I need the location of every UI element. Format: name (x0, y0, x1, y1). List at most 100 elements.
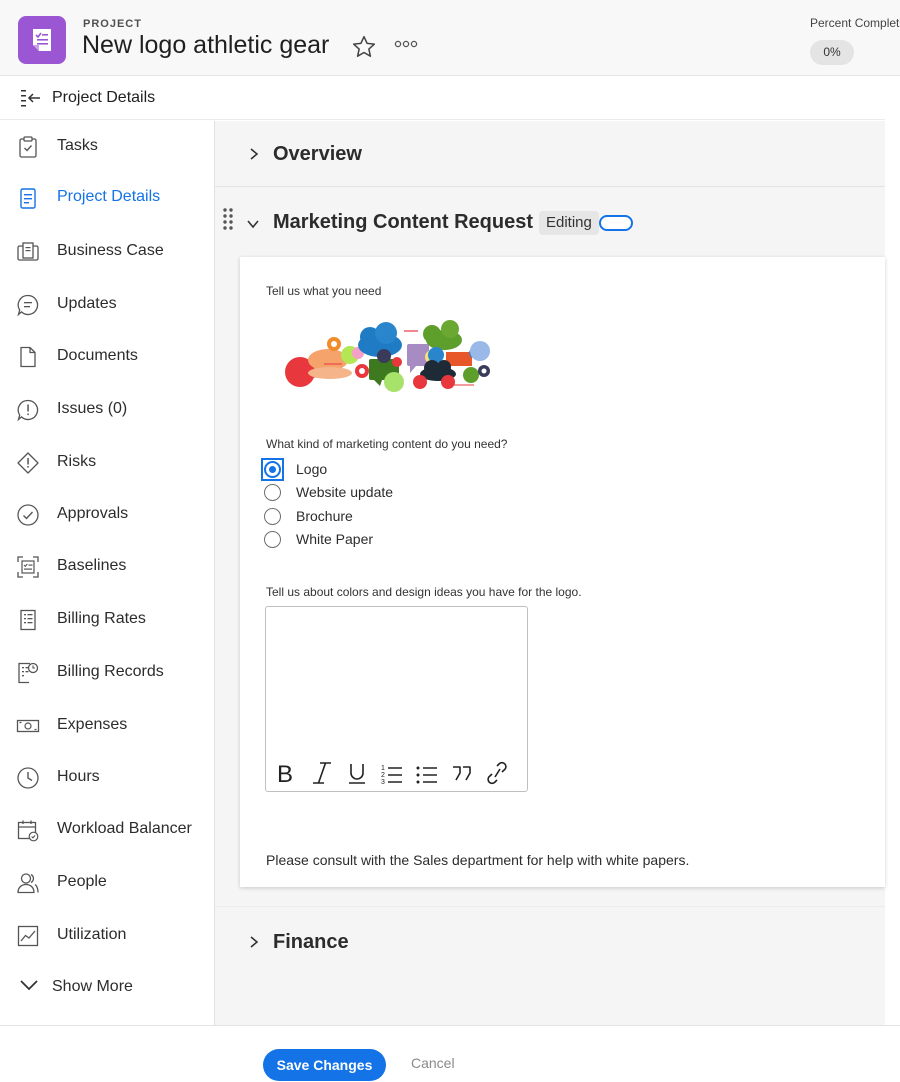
sidebar-item-label: Business Case (57, 242, 164, 259)
underline-icon[interactable] (345, 758, 371, 788)
form-card: Tell us what you need What kind of marke… (240, 257, 885, 887)
sidebar-item-label: Baselines (57, 557, 127, 574)
main-content: Overview Marketing Content Request Editi… (215, 121, 885, 1025)
clock-icon (16, 766, 40, 790)
project-icon (18, 16, 66, 64)
sidebar-item-label: Approvals (57, 505, 129, 522)
bold-icon[interactable]: B (275, 758, 301, 788)
billing-rates-icon (16, 608, 40, 632)
sidebar-item-label: Hours (57, 768, 100, 785)
sidebar-item-label: Billing Records (57, 663, 164, 680)
chevron-down-icon (18, 974, 42, 998)
sidebar-item-business-case[interactable]: Business Case (2, 232, 215, 272)
form-footer: Save Changes Cancel (0, 1025, 900, 1082)
sidebar-item-label: Tasks (57, 137, 98, 154)
checkmark-circle-icon (16, 503, 40, 527)
sidebar-item-label: Project Details (57, 188, 161, 205)
sidebar-item-tasks[interactable]: Tasks (2, 127, 215, 167)
sidebar-item-label: Workload Balancer (57, 820, 192, 837)
percent-complete-label: Percent Complete (810, 16, 900, 30)
sidebar-item-utilization[interactable]: Utilization (2, 916, 215, 956)
sidebar-item-workload-balancer[interactable]: Workload Balancer (2, 810, 215, 850)
quote-icon[interactable] (450, 758, 476, 788)
question-label: Tell us about colors and design ideas yo… (266, 585, 582, 599)
favorite-star-icon[interactable] (351, 34, 377, 65)
section-title-overview: Overview (273, 143, 362, 165)
percent-complete-badge: 0% (810, 40, 854, 65)
sidebar-item-expenses[interactable]: Expenses (2, 706, 215, 746)
calendar-icon (16, 818, 40, 842)
project-title: New logo athletic gear (82, 31, 330, 59)
project-type-label: PROJECT (83, 18, 142, 30)
editing-badge: Editing (539, 211, 599, 235)
radio-button[interactable] (264, 484, 281, 501)
sidebar-item-people[interactable]: People (2, 863, 215, 903)
sidebar-item-label: Utilization (57, 926, 127, 943)
risk-icon (16, 451, 40, 475)
sidebar-item-hours[interactable]: Hours (2, 758, 215, 798)
section-title-marketing: Marketing Content Request (273, 211, 534, 233)
radio-label: Brochure (296, 508, 353, 524)
page-subheader: Project Details (0, 77, 885, 120)
svg-text:2: 2 (381, 772, 385, 779)
people-icon (16, 871, 40, 895)
question-label: Tell us what you need (266, 284, 382, 298)
question-label: What kind of marketing content do you ne… (266, 437, 508, 451)
sidebar-item-label: Updates (57, 295, 117, 312)
chat-bubble-icon (16, 293, 40, 317)
collapse-panel-icon[interactable] (20, 88, 44, 113)
page-title: Project Details (52, 89, 156, 106)
clipboard-check-icon (16, 135, 40, 159)
issue-icon (16, 398, 40, 422)
more-options-icon[interactable] (394, 36, 418, 54)
sidebar-item-label: Risks (57, 453, 97, 470)
radio-label: Logo (296, 461, 328, 477)
sidebar-item-documents[interactable]: Documents (2, 337, 215, 377)
svg-text:3: 3 (381, 779, 385, 786)
radio-button[interactable] (264, 508, 281, 525)
project-header: PROJECT New logo athletic gear Percent C… (0, 0, 900, 76)
sidebar-item-label: Show More (52, 978, 133, 995)
sidebar-item-label: Documents (57, 347, 138, 364)
section-marketing-content-request: Marketing Content Request Editing (215, 188, 885, 256)
radio-button-selected[interactable] (264, 461, 281, 478)
link-icon[interactable] (485, 758, 511, 788)
sidebar-item-label: Issues (0) (57, 400, 128, 417)
chevron-down-icon[interactable] (246, 217, 260, 235)
section-overview[interactable]: Overview (215, 121, 885, 187)
sidebar-item-baselines[interactable]: Baselines (2, 547, 215, 587)
radio-label: Website update (296, 484, 394, 500)
document-icon (16, 186, 40, 210)
sidebar-item-updates[interactable]: Updates (2, 285, 215, 325)
sidebar-item-billing-rates[interactable]: Billing Rates (2, 600, 215, 640)
editing-toggle[interactable] (599, 215, 633, 231)
sidebar-item-issues[interactable]: Issues (0) (2, 390, 215, 430)
help-note: Please consult with the Sales department… (266, 852, 690, 868)
svg-text:1: 1 (381, 765, 385, 772)
sidebar-item-label: People (57, 873, 107, 890)
baseline-icon (16, 555, 40, 579)
section-finance[interactable]: Finance (215, 906, 885, 974)
sidebar-show-more[interactable]: Show More (2, 968, 215, 1008)
sidebar-item-project-details[interactable]: Project Details (2, 178, 215, 218)
billing-records-icon (16, 661, 40, 685)
file-icon (16, 345, 40, 369)
sidebar-item-approvals[interactable]: Approvals (2, 495, 215, 535)
section-title-finance: Finance (273, 931, 349, 953)
money-icon (16, 714, 40, 738)
sidebar-item-billing-records[interactable]: Billing Records (2, 653, 215, 693)
sidebar-item-risks[interactable]: Risks (2, 443, 215, 483)
bullet-list-icon[interactable] (415, 758, 441, 788)
business-case-icon (16, 240, 40, 264)
cancel-button[interactable]: Cancel (411, 1055, 455, 1071)
sidebar-item-label: Billing Rates (57, 610, 146, 627)
line-chart-icon (16, 924, 40, 948)
numbered-list-icon[interactable]: 123 (380, 758, 406, 788)
drag-handle-icon[interactable] (222, 207, 234, 236)
italic-icon[interactable] (310, 758, 336, 788)
svg-text:B: B (277, 761, 293, 788)
save-changes-button[interactable]: Save Changes (263, 1049, 386, 1081)
radio-button[interactable] (264, 531, 281, 548)
chevron-right-icon (248, 147, 260, 166)
chevron-right-icon (248, 935, 260, 954)
